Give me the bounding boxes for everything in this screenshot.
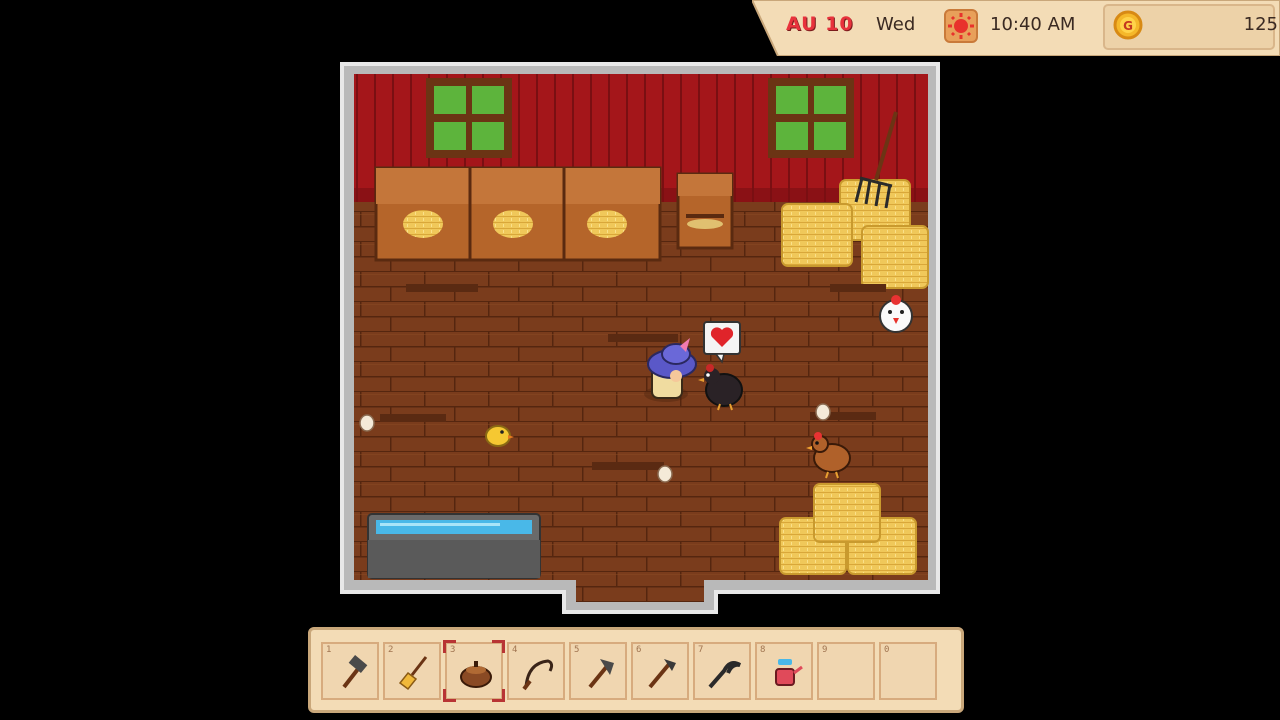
hotbar-slot-9[interactable]: 9 [817, 642, 875, 700]
slot-number: 2 [388, 645, 394, 655]
gold-amount: 125 [1243, 14, 1278, 35]
gold-coin-letter: G [1123, 19, 1133, 33]
hoe-icon [648, 659, 676, 689]
slot-number: 5 [574, 645, 580, 655]
barn-window-left [426, 78, 512, 158]
hotbar-slot-4[interactable]: 4 [507, 642, 565, 700]
selection-corner [492, 640, 505, 653]
axe-icon [588, 659, 614, 689]
barn-window-right [768, 78, 854, 158]
clock-time: 10:40 AM [990, 14, 1076, 35]
status-bar: AU 10 Wed 10:40 AM G 125 [752, 0, 1280, 56]
slot-number: 7 [698, 645, 704, 655]
slot-number: 6 [636, 645, 642, 655]
selection-corner [443, 689, 456, 702]
slot-number: 1 [326, 645, 332, 655]
nest-boxes[interactable] [374, 166, 662, 262]
hotbar-slot-8[interactable]: 8 [755, 642, 813, 700]
egg[interactable] [815, 403, 831, 421]
egg[interactable] [657, 465, 673, 483]
egg[interactable] [359, 414, 375, 432]
tool-hotbar: 1 2 3 4 5 6 7 8 9 0 [308, 627, 964, 713]
hotbar-slot-5[interactable]: 5 [569, 642, 627, 700]
broom-icon [398, 656, 428, 691]
season-date: AU 10 [786, 13, 854, 35]
sun-icon [944, 9, 978, 43]
watering-can-icon [775, 659, 803, 686]
selection-corner [443, 640, 456, 653]
hotbar-slot-2[interactable]: 2 [383, 642, 441, 700]
gold-coin-icon: G [1112, 9, 1144, 41]
sickle-icon [708, 661, 742, 689]
chicken-coop-interior [340, 62, 940, 614]
slot-number: 0 [884, 645, 890, 655]
selection-corner [492, 689, 505, 702]
feed-bin[interactable] [676, 172, 734, 250]
feed-bag-icon [460, 661, 492, 688]
hammer-icon [342, 655, 368, 689]
slot-number: 4 [512, 645, 518, 655]
slot-number: 9 [822, 645, 828, 655]
hotbar-slot-7[interactable]: 7 [693, 642, 751, 700]
hotbar-slot-0[interactable]: 0 [879, 642, 937, 700]
hotbar-slot-3[interactable]: 3 [443, 640, 505, 702]
whip-icon [522, 659, 554, 691]
water-trough[interactable] [367, 513, 541, 579]
hotbar-slot-1[interactable]: 1 [321, 642, 379, 700]
weekday: Wed [876, 14, 916, 35]
slot-number: 8 [760, 645, 766, 655]
hotbar-slot-6[interactable]: 6 [631, 642, 689, 700]
